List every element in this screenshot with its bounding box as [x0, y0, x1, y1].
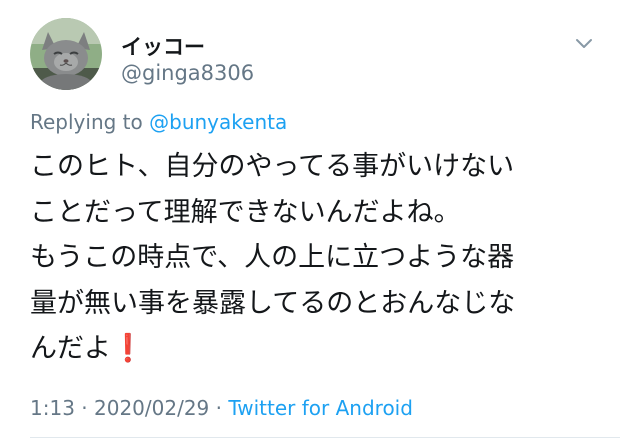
- meta-separator: ·: [209, 396, 229, 420]
- avatar[interactable]: [30, 18, 102, 90]
- reply-mention-link[interactable]: @bunyakenta: [149, 110, 287, 134]
- tweet-line: このヒト、自分のやってる事がいけない: [30, 151, 515, 182]
- display-name[interactable]: イッコー: [121, 31, 205, 61]
- cat-avatar-image: [30, 18, 102, 90]
- meta-separator: ·: [74, 396, 94, 420]
- tweet-text: このヒト、自分のやってる事がいけない ことだって理解できないんだよね。 もうこの…: [30, 144, 600, 372]
- tweet-date[interactable]: 2020/02/29: [94, 396, 209, 420]
- tweet-source-link[interactable]: Twitter for Android: [228, 396, 413, 420]
- replying-to-label: Replying to: [30, 110, 150, 134]
- tweet-line: 量が無い事を暴露してるのとおんなじな: [30, 287, 516, 319]
- tweet-time[interactable]: 1:13: [30, 396, 75, 420]
- user-handle[interactable]: @ginga8306: [121, 61, 254, 85]
- divider: [30, 437, 620, 438]
- chevron-down-icon[interactable]: [575, 38, 593, 50]
- tweet-line: んだよ❗: [30, 333, 145, 364]
- tweet-meta: 1:13 · 2020/02/29 · Twitter for Android: [30, 396, 413, 420]
- tweet-line: ことだって理解できないんだよね。: [30, 196, 461, 228]
- replying-to: Replying to @bunyakenta: [30, 110, 287, 134]
- tweet-detail: イッコー @ginga8306 Replying to @bunyakenta …: [0, 0, 620, 441]
- tweet-line: もうこの時点で、人の上に立つような器: [30, 242, 515, 273]
